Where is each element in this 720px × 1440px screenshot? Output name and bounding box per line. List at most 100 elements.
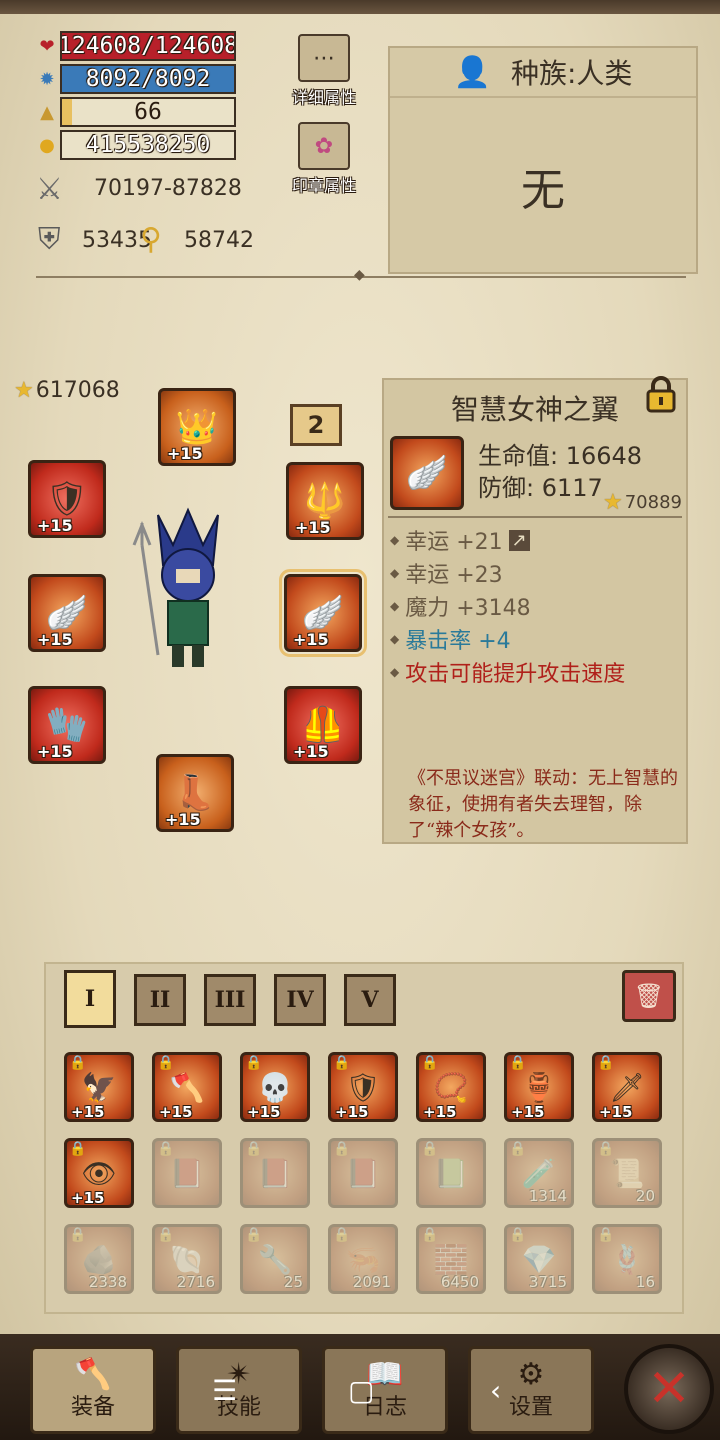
inventory-slot[interactable]: 🔒 🪢 16 [592, 1224, 662, 1294]
gauntlet-icon: 🧤 [45, 705, 89, 745]
attack-value: 70197-87828 [94, 176, 242, 201]
nav-log-button[interactable]: 📖 日志 [322, 1346, 448, 1434]
material-item-icon: 🧪 [521, 1156, 557, 1190]
lock-icon: 🔒 [157, 1227, 175, 1243]
system-menu-icon[interactable]: ☰ [212, 1374, 237, 1407]
lock-icon: 🔒 [421, 1227, 439, 1243]
enhance-level: +15 [167, 444, 203, 463]
system-home-icon[interactable]: ▢ [348, 1374, 374, 1407]
inventory-slot[interactable]: 🔒 👁 +15 [64, 1138, 134, 1208]
material-item-icon: 🧱 [433, 1242, 469, 1276]
nav-settings-button[interactable]: ⚙ 设置 [468, 1346, 594, 1434]
inventory-slot[interactable]: 🔒 🐚 2716 [152, 1224, 222, 1294]
trash-button[interactable]: 🗑 [622, 970, 676, 1022]
inventory-slot[interactable]: 🔒 📿 +15 [416, 1052, 486, 1122]
level-value: 66 [134, 99, 162, 125]
race-panel: 👤 种族:人类 无 [388, 46, 698, 274]
inventory-slot[interactable]: 🔒 🔧 25 [240, 1224, 310, 1294]
lock-icon: 🔒 [597, 1227, 615, 1243]
gold-value: 415538250 [85, 132, 211, 158]
cape-slot[interactable]: 🪽 +15 [28, 574, 106, 652]
inventory-slot[interactable]: 🔒 🦐 2091 [328, 1224, 398, 1294]
material-item-icon: 🪢 [609, 1242, 645, 1276]
inventory-slot[interactable]: 🔒 🪨 2338 [64, 1224, 134, 1294]
item-score-value: 70889 [624, 492, 682, 513]
enhance-level: +15 [71, 1189, 105, 1207]
share-icon[interactable]: ↗ [508, 529, 530, 551]
inventory-slot[interactable]: 🔒 📗 [416, 1138, 486, 1208]
wings-slot[interactable]: 🪽 +15 [279, 569, 367, 657]
item-preview-slot: 🪽 [390, 436, 464, 510]
inventory-slot[interactable]: 🔒 🪓 +15 [152, 1052, 222, 1122]
diamond-bullet-icon: ◆ [390, 665, 400, 679]
gear-item-icon: 🪓 [169, 1070, 205, 1104]
enhance-level: +15 [159, 1103, 193, 1121]
inventory-slot[interactable]: 🔒 🦅 +15 [64, 1052, 134, 1122]
level-icon: ▲ [40, 101, 54, 123]
lock-icon: 🔒 [509, 1055, 527, 1071]
affix-row: ◆ 魔力 +3148 [390, 590, 531, 622]
wing-cape-icon: 🪽 [45, 593, 89, 633]
hero-character [128, 500, 248, 680]
lock-icon: 🔒 [157, 1141, 175, 1157]
shoulder-slot[interactable]: 🛡 +15 [28, 460, 106, 538]
gloves-slot[interactable]: 🧤 +15 [28, 686, 106, 764]
gear-item-icon: 📿 [433, 1070, 469, 1104]
inventory-slot[interactable]: 🔒 🧪 1314 [504, 1138, 574, 1208]
divider [36, 267, 686, 283]
material-item-icon: 🔧 [257, 1242, 293, 1276]
inventory-tab-2[interactable]: II [134, 974, 186, 1026]
armor-slot[interactable]: 🦺 +15 [284, 686, 362, 764]
seal-flower-icon: ✿ [298, 122, 350, 170]
gear-item-icon: 👁 [81, 1156, 117, 1190]
inventory-tab-1[interactable]: I [64, 970, 116, 1028]
nav-skills-button[interactable]: ✴ 技能 [176, 1346, 302, 1434]
affix-text: 幸运 +23 [405, 563, 503, 588]
system-back-icon[interactable]: ‹ [490, 1374, 501, 1407]
enhance-level: +15 [247, 1103, 281, 1121]
material-item-icon: 📕 [169, 1156, 205, 1190]
top-frame [0, 0, 720, 14]
wings-icon: 🪽 [301, 593, 345, 633]
inventory-slot[interactable]: 🔒 💎 3715 [504, 1224, 574, 1294]
weapon-slot[interactable]: 🔱 +15 [286, 462, 364, 540]
page-number-badge[interactable]: 2 [290, 404, 342, 446]
nav-equipment-button[interactable]: 🪓 装备 [30, 1346, 156, 1434]
close-button[interactable]: ✕ [624, 1344, 714, 1434]
helmet-slot[interactable]: 👑 +15 [158, 388, 236, 466]
lock-icon: 🔒 [245, 1227, 263, 1243]
enhance-level: +15 [37, 742, 73, 761]
axe-icon: 🪓 [74, 1357, 112, 1392]
inventory-slot[interactable]: 🔒 📜 20 [592, 1138, 662, 1208]
gold-icon: ● [39, 134, 55, 156]
nav-settings-label: 设置 [508, 1395, 553, 1420]
hp-row: ❤ 124608/124608 [34, 30, 236, 62]
lock-icon[interactable] [644, 374, 678, 414]
star-icon: ★ [14, 378, 34, 403]
race-label: 种族:人类 [510, 57, 633, 90]
inventory-slot[interactable]: 🔒 🧱 6450 [416, 1224, 486, 1294]
mp-row: ✹ 8092/8092 [34, 63, 236, 95]
item-detail-panel: 智慧女神之翼 🪽 生命值: 16648 防御: 6117 ★ 70889 ◆ 幸… [382, 376, 688, 844]
detail-attributes-button[interactable]: ⋯ 详细属性 [284, 34, 364, 108]
affix-text: 攻击可能提升攻击速度 [405, 662, 626, 687]
trash-icon: 🗑 [633, 982, 665, 1010]
inventory-slot[interactable]: 🔒 📕 [152, 1138, 222, 1208]
seal-attributes-button[interactable]: ✿ 印章属性 [284, 122, 364, 196]
item-count: 2338 [88, 1273, 127, 1291]
material-item-icon: 💎 [521, 1242, 557, 1276]
inventory-slot[interactable]: 🔒 📕 [240, 1138, 310, 1208]
inventory-slot[interactable]: 🔒 📕 [328, 1138, 398, 1208]
inventory-slot[interactable]: 🔒 💀 +15 [240, 1052, 310, 1122]
inventory-slot[interactable]: 🔒 🗡 +15 [592, 1052, 662, 1122]
lock-icon: 🔒 [333, 1055, 351, 1071]
enhance-level: +15 [37, 516, 73, 535]
inventory-slot[interactable]: 🔒 🏺 +15 [504, 1052, 574, 1122]
inventory-tab-5[interactable]: V [344, 974, 396, 1026]
inventory-tab-3[interactable]: III [204, 974, 256, 1026]
inventory-slot[interactable]: 🔒 🛡 +15 [328, 1052, 398, 1122]
boots-slot[interactable]: 👢 +15 [156, 754, 234, 832]
material-item-icon: 📕 [257, 1156, 293, 1190]
inventory-tab-4[interactable]: IV [274, 974, 326, 1026]
enhance-level: +15 [423, 1103, 457, 1121]
